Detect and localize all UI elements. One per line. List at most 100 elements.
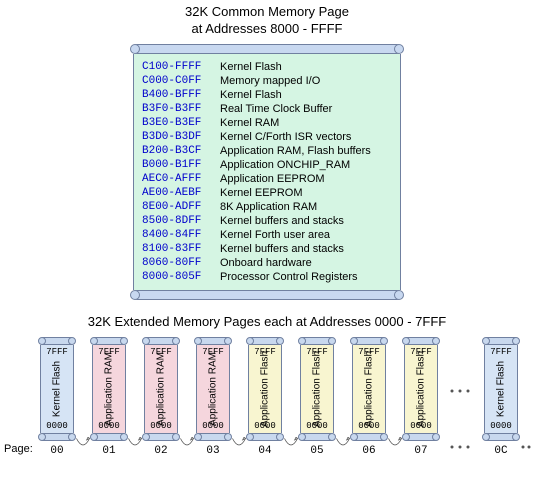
connector-arrow (121, 437, 149, 453)
memory-addr: AEC0-AFFF (142, 172, 220, 186)
page-scroll-top (484, 337, 518, 345)
memory-page: 7FFFApplication Flash000007 (404, 337, 438, 457)
memory-row: B400-BFFFKernel Flash (142, 88, 392, 102)
memory-addr: 8400-84FF (142, 228, 220, 242)
page-addr-bottom: 0000 (249, 421, 281, 431)
title-line2: at Addresses 8000 - FFFF (191, 21, 342, 36)
memory-addr: 8500-8DFF (142, 214, 220, 228)
page-label: Application RAM (208, 352, 219, 426)
memory-desc: Kernel EEPROM (220, 186, 303, 200)
memory-addr: 8100-83FF (142, 242, 220, 256)
page-scroll-top (352, 337, 386, 345)
page-body: 7FFFApplication RAM0000 (92, 345, 126, 433)
page-body: 7FFF Kernel Flash 0000 (484, 345, 518, 433)
memory-desc: Onboard hardware (220, 256, 312, 270)
memory-row: B200-B3CFApplication RAM, Flash buffers (142, 144, 392, 158)
page-scroll-top (40, 337, 74, 345)
memory-addr: B000-B1FF (142, 158, 220, 172)
memory-row: 8000-805FProcessor Control Registers (142, 270, 392, 284)
page-addr-bottom: 0000 (485, 421, 517, 431)
page-scroll-top (196, 337, 230, 345)
memory-row: B000-B1FFApplication ONCHIP_RAM (142, 158, 392, 172)
memory-page: 7FFF Kernel Flash 0000 0C (484, 337, 518, 457)
page-addr-bottom: 0000 (41, 421, 73, 431)
page-label: Application Flash (416, 351, 427, 427)
page-addr-bottom: 0000 (301, 421, 333, 431)
connector-arrow (225, 437, 253, 453)
extended-pages-row: Page: 7FFFKernel Flash0000007FFFApplicat… (0, 337, 534, 471)
page-number: 0C (484, 445, 518, 457)
page-body: 7FFF Kernel Flash 0000 (40, 345, 74, 433)
page-label: Application Flash (260, 351, 271, 427)
memory-desc: Kernel RAM (220, 116, 279, 130)
page-label: Application RAM (104, 352, 115, 426)
connector-arrow (381, 437, 409, 453)
extended-title: 32K Extended Memory Pages each at Addres… (0, 314, 534, 329)
common-title: 32K Common Memory Page at Addresses 8000… (0, 4, 534, 38)
page-scroll-top (248, 337, 282, 345)
memory-row: 8E00-ADFF8K Application RAM (142, 200, 392, 214)
connector-arrow (173, 437, 201, 453)
ellipsis-icon (448, 387, 478, 395)
page-addr-bottom: 0000 (93, 421, 125, 431)
memory-desc: Kernel C/Forth ISR vectors (220, 130, 351, 144)
memory-addr: C000-C0FF (142, 74, 220, 88)
page-body: 7FFFApplication RAM0000 (144, 345, 178, 433)
memory-map-table: C100-FFFFKernel FlashC000-C0FFMemory map… (133, 54, 401, 290)
memory-row: C000-C0FFMemory mapped I/O (142, 74, 392, 88)
memory-row: AEC0-AFFFApplication EEPROM (142, 172, 392, 186)
memory-row: 8100-83FFKernel buffers and stacks (142, 242, 392, 256)
memory-desc: Real Time Clock Buffer (220, 102, 332, 116)
page-addr-top: 7FFF (41, 347, 73, 357)
page-addr-bottom: 0000 (353, 421, 385, 431)
memory-desc: Kernel buffers and stacks (220, 242, 344, 256)
memory-addr: 8060-80FF (142, 256, 220, 270)
page-addr-bottom: 0000 (145, 421, 177, 431)
ellipsis-icon (520, 443, 534, 451)
memory-row: 8060-80FFOnboard hardware (142, 256, 392, 270)
memory-row: B3E0-B3EFKernel RAM (142, 116, 392, 130)
page-scroll-bottom (404, 433, 438, 441)
memory-addr: B3F0-B3FF (142, 102, 220, 116)
connector-arrow (69, 437, 97, 453)
common-memory-box: C100-FFFFKernel FlashC000-C0FFMemory map… (133, 44, 401, 300)
page-addr-bottom: 0000 (197, 421, 229, 431)
scroll-bottom-decor (133, 290, 401, 300)
page-number: 07 (404, 445, 438, 457)
memory-addr: B3E0-B3EF (142, 116, 220, 130)
title-line1: 32K Common Memory Page (185, 4, 349, 19)
memory-addr: C100-FFFF (142, 60, 220, 74)
page-body: 7FFFApplication Flash0000 (248, 345, 282, 433)
page-label: Kernel Flash (496, 361, 507, 417)
page-scroll-top (92, 337, 126, 345)
connector-arrow (329, 437, 357, 453)
page-body: 7FFFApplication Flash0000 (352, 345, 386, 433)
memory-desc: Application ONCHIP_RAM (220, 158, 350, 172)
page-scroll-top (144, 337, 178, 345)
page-row-label: Page: (4, 443, 33, 455)
memory-addr: 8E00-ADFF (142, 200, 220, 214)
page-body: 7FFFApplication RAM0000 (196, 345, 230, 433)
memory-desc: Kernel Flash (220, 60, 282, 74)
memory-row: 8400-84FFKernel Forth user area (142, 228, 392, 242)
memory-desc: Kernel Forth user area (220, 228, 330, 242)
memory-desc: 8K Application RAM (220, 200, 317, 214)
page-label: Application Flash (364, 351, 375, 427)
memory-addr: B400-BFFF (142, 88, 220, 102)
memory-desc: Kernel buffers and stacks (220, 214, 344, 228)
page-label: Application RAM (156, 352, 167, 426)
page-label: Kernel Flash (52, 361, 63, 417)
connector-arrow (277, 437, 305, 453)
page-body: 7FFFApplication Flash0000 (300, 345, 334, 433)
memory-desc: Application EEPROM (220, 172, 325, 186)
memory-addr: 8000-805F (142, 270, 220, 284)
page-addr-top: 7FFF (485, 347, 517, 357)
memory-addr: AE00-AEBF (142, 186, 220, 200)
page-scroll-bottom (484, 433, 518, 441)
memory-addr: B3D0-B3DF (142, 130, 220, 144)
memory-desc: Processor Control Registers (220, 270, 358, 284)
memory-addr: B200-B3CF (142, 144, 220, 158)
memory-desc: Application RAM, Flash buffers (220, 144, 371, 158)
ellipsis-icon (448, 443, 478, 451)
scroll-top-decor (133, 44, 401, 54)
